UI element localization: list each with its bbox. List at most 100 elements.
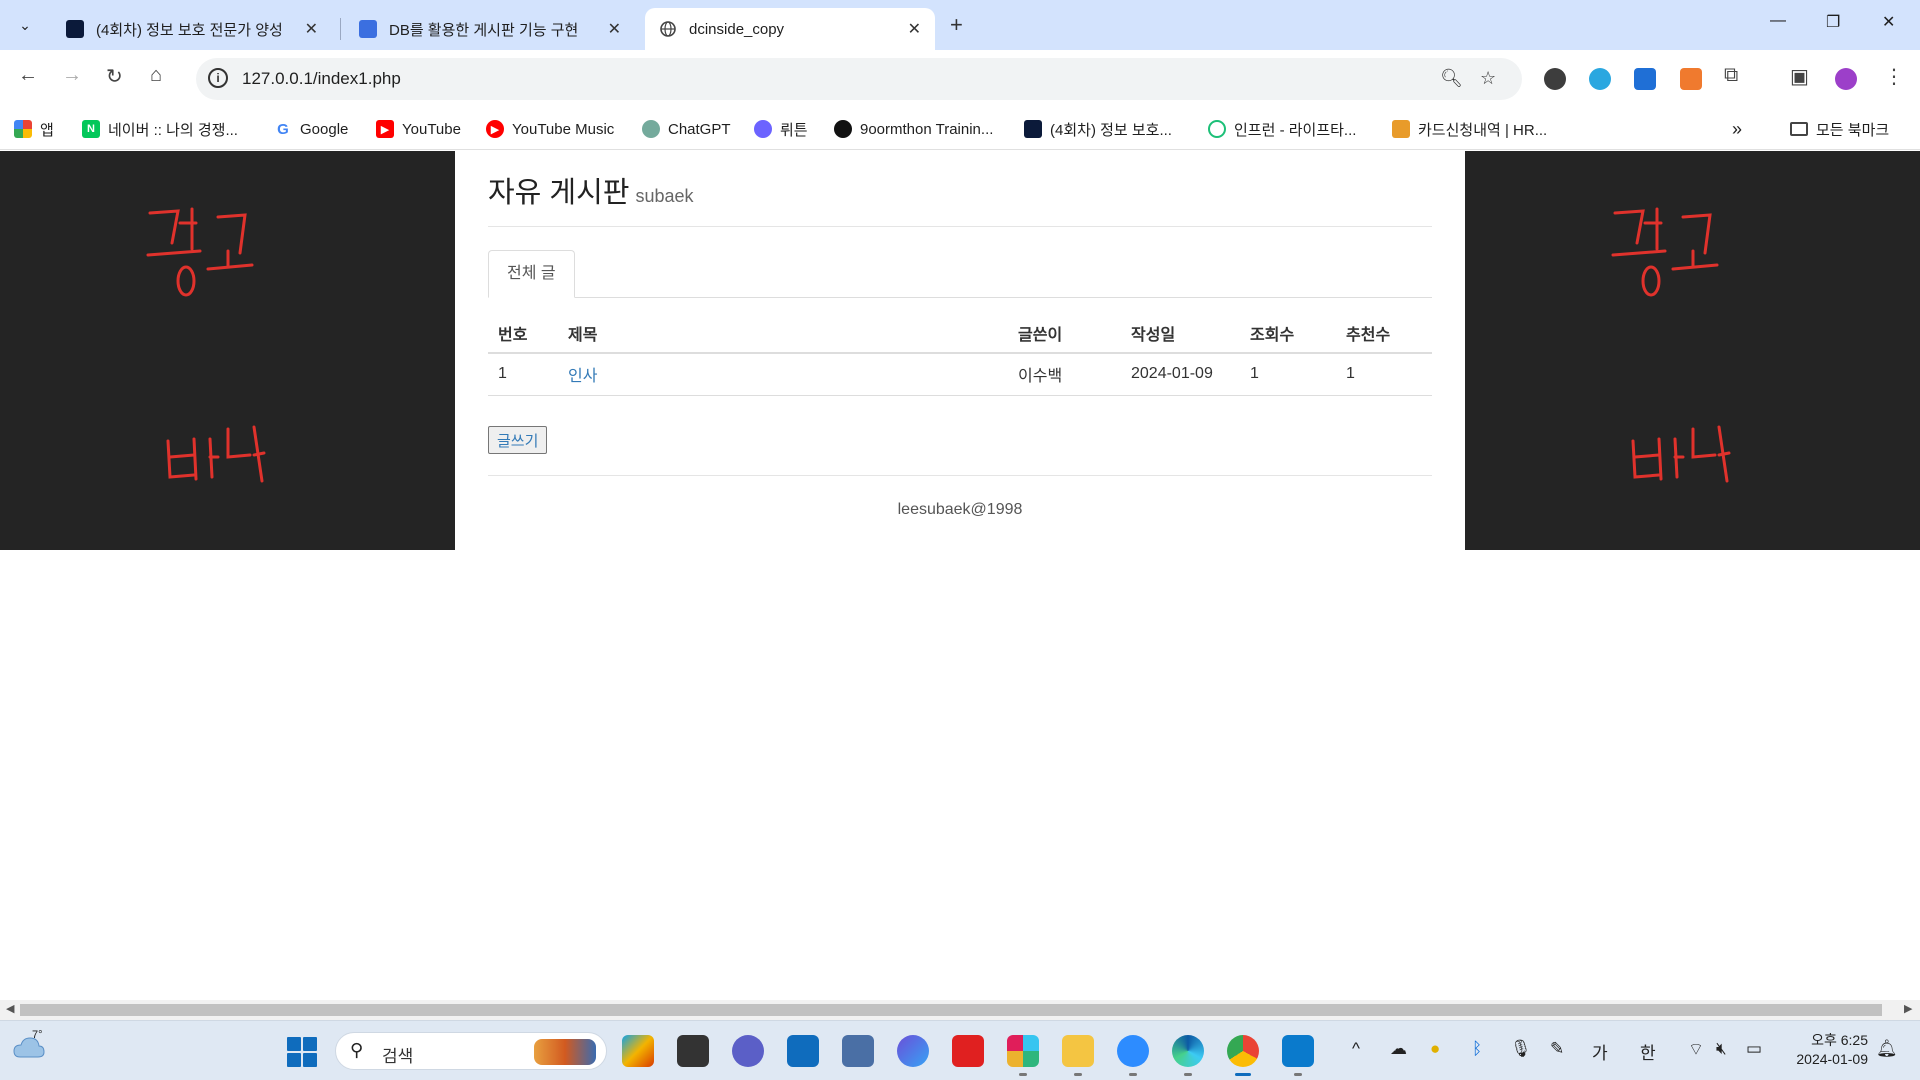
col-header-title: 제목 xyxy=(558,313,1008,354)
ad-text-2: 배너 xyxy=(1465,151,1466,152)
mail-icon[interactable] xyxy=(787,1035,819,1067)
teams-icon[interactable] xyxy=(732,1035,764,1067)
bookmark-label: 카드신청내역 | HR... xyxy=(1418,121,1548,139)
extension-icon-1[interactable] xyxy=(1544,68,1566,90)
slack-icon[interactable] xyxy=(1007,1035,1039,1067)
tab-1[interactable]: (4회차) 정보 보호 전문가 양성 ✕ xyxy=(52,8,332,50)
home-button[interactable]: ⌂ xyxy=(150,64,162,87)
task-view-icon[interactable] xyxy=(677,1035,709,1067)
microphone-icon[interactable]: 🎙︎ xyxy=(1510,1039,1532,1059)
tab-2[interactable]: DB를 활용한 게시판 기능 구현 ✕ xyxy=(345,8,635,50)
show-hidden-icons[interactable]: ^ xyxy=(1352,1039,1360,1059)
pen-icon[interactable]: ✎ xyxy=(1550,1039,1564,1059)
wifi-icon[interactable]: ⌔ xyxy=(1688,1039,1704,1060)
search-icon: ⚲ xyxy=(350,1040,364,1060)
board-subtitle: subaek xyxy=(635,186,694,206)
settings-icon[interactable] xyxy=(842,1035,874,1067)
scrollbar-thumb[interactable] xyxy=(20,1004,1882,1016)
extension-shield-icon[interactable] xyxy=(1634,68,1656,90)
all-bookmarks-folder[interactable]: 모든 북마크 xyxy=(1790,116,1889,142)
ime-indicator[interactable]: 가 xyxy=(1592,1039,1608,1064)
url-text[interactable]: 127.0.0.1/index1.php xyxy=(242,69,401,89)
back-button[interactable]: ← xyxy=(18,64,38,87)
profile-avatar[interactable] xyxy=(1835,68,1857,90)
more-menu-icon[interactable]: ⋮ xyxy=(1884,64,1904,89)
address-bar[interactable]: i 127.0.0.1/index1.php 🔍︎ ☆ xyxy=(196,58,1522,100)
kakaotalk-icon[interactable]: ● xyxy=(1430,1039,1440,1059)
zoom-icon[interactable]: 🔍︎ xyxy=(1440,68,1463,89)
more-bookmarks-icon[interactable]: » xyxy=(1732,116,1742,142)
edge-icon[interactable] xyxy=(1172,1035,1204,1067)
ime-hangul-indicator[interactable]: 한 xyxy=(1640,1039,1656,1064)
clock-time: 오후 6:25 xyxy=(1811,1032,1868,1048)
site-info-icon[interactable]: i xyxy=(208,68,228,88)
footer-text: leesubaek@1998 xyxy=(897,501,1023,518)
close-icon[interactable]: ✕ xyxy=(608,19,621,39)
bookmark-star-icon[interactable]: ☆ xyxy=(1480,68,1496,89)
volume-muted-icon[interactable]: 🔇︎ xyxy=(1716,1039,1727,1059)
search-placeholder: 검색 xyxy=(382,1047,414,1066)
bookmark-google[interactable]: G Google xyxy=(274,116,348,142)
scroll-right-icon[interactable]: ▶ xyxy=(1904,1002,1912,1015)
bookmark-inflearn[interactable]: 인프런 - 라이프타... xyxy=(1208,116,1356,142)
red-app-icon[interactable] xyxy=(952,1035,984,1067)
side-panel-icon[interactable]: ▣ xyxy=(1790,64,1809,89)
tab-3-active[interactable]: dcinside_copy ✕ xyxy=(645,8,935,50)
bookmark-naver[interactable]: N 네이버 :: 나의 경쟁... xyxy=(82,116,238,142)
col-header-likes: 추천수 xyxy=(1336,313,1432,354)
bookmark-wrtn[interactable]: 뤼튼 xyxy=(754,116,808,142)
notification-bell-icon[interactable]: 🔔︎ xyxy=(1876,1039,1898,1059)
bookmark-label: (4회차) 정보 보호... xyxy=(1050,121,1172,139)
taskbar-search[interactable]: ⚲ 검색 xyxy=(335,1032,607,1070)
horizontal-scrollbar[interactable]: ◀ ▶ xyxy=(0,1000,1920,1020)
inflearn-icon xyxy=(1208,120,1226,138)
bookmark-card[interactable]: 카드신청내역 | HR... xyxy=(1392,116,1547,142)
minimize-icon: — xyxy=(1770,12,1786,29)
cell-title: 인사 xyxy=(558,353,1008,396)
goorm-icon xyxy=(834,120,852,138)
new-tab-button[interactable]: + xyxy=(950,12,963,38)
forward-button[interactable]: → xyxy=(62,64,82,87)
cell-views: 1 xyxy=(1240,353,1336,396)
scroll-left-icon[interactable]: ◀ xyxy=(6,1002,14,1015)
minimize-button[interactable]: — xyxy=(1770,12,1786,30)
bookmark-label: 9oormthon Trainin... xyxy=(860,120,994,138)
bluetooth-icon[interactable]: ᛒ xyxy=(1472,1039,1482,1059)
clock[interactable]: 오후 6:25 2024-01-09 xyxy=(1778,1031,1868,1069)
battery-icon[interactable]: ▭ xyxy=(1746,1039,1762,1059)
onedrive-icon[interactable]: ☁ xyxy=(1390,1039,1407,1059)
bookmark-apps[interactable]: 앱 xyxy=(14,116,54,142)
file-explorer-icon[interactable] xyxy=(1062,1035,1094,1067)
m365-icon[interactable] xyxy=(897,1035,929,1067)
col-header-no: 번호 xyxy=(488,313,558,354)
bookmark-label: 뤼튼 xyxy=(780,121,808,139)
zoom-icon[interactable] xyxy=(1117,1035,1149,1067)
copilot-icon[interactable] xyxy=(622,1035,654,1067)
bookmark-youtube-music[interactable]: ▶ YouTube Music xyxy=(486,116,614,142)
ad-banner-left[interactable]: 광고 배너 xyxy=(0,151,455,550)
tab-all-posts[interactable]: 전체 글 xyxy=(488,250,575,298)
reload-button[interactable]: ↻ xyxy=(106,64,123,89)
bookmark-youtube[interactable]: ▶ YouTube xyxy=(376,116,461,142)
close-icon[interactable]: ✕ xyxy=(908,19,921,39)
tab-search-button[interactable]: ⌄ xyxy=(8,10,42,40)
write-post-button[interactable]: 글쓰기 xyxy=(488,426,548,454)
weather-widget[interactable]: 7° xyxy=(12,1029,48,1067)
chrome-icon[interactable] xyxy=(1227,1035,1259,1067)
vscode-icon[interactable] xyxy=(1282,1035,1314,1067)
close-window-button[interactable]: ✕ xyxy=(1882,12,1895,32)
start-button[interactable] xyxy=(287,1037,317,1067)
extension-icon-2[interactable] xyxy=(1589,68,1611,90)
bookmark-chatgpt[interactable]: ChatGPT xyxy=(642,116,731,142)
post-title-link[interactable]: 인사 xyxy=(568,368,597,385)
board-title: 자유 게시판 xyxy=(488,177,630,209)
restore-button[interactable]: ❐ xyxy=(1826,12,1840,32)
ad-banner-right[interactable]: 광고 배너 xyxy=(1465,151,1920,550)
web-page: 광고 배너 자유 게시판subaek 전체 글 번호 제목 글쓴이 작성일 조회… xyxy=(0,151,1920,1000)
extensions-puzzle-icon[interactable]: ⧉ xyxy=(1724,64,1738,87)
bookmark-9oormthon[interactable]: 9oormthon Trainin... xyxy=(834,116,993,142)
bookmark-infosec[interactable]: (4회차) 정보 보호... xyxy=(1024,116,1172,142)
weather-temp: 7° xyxy=(32,1029,43,1041)
extension-ex-icon[interactable] xyxy=(1680,68,1702,90)
close-icon[interactable]: ✕ xyxy=(305,19,318,39)
